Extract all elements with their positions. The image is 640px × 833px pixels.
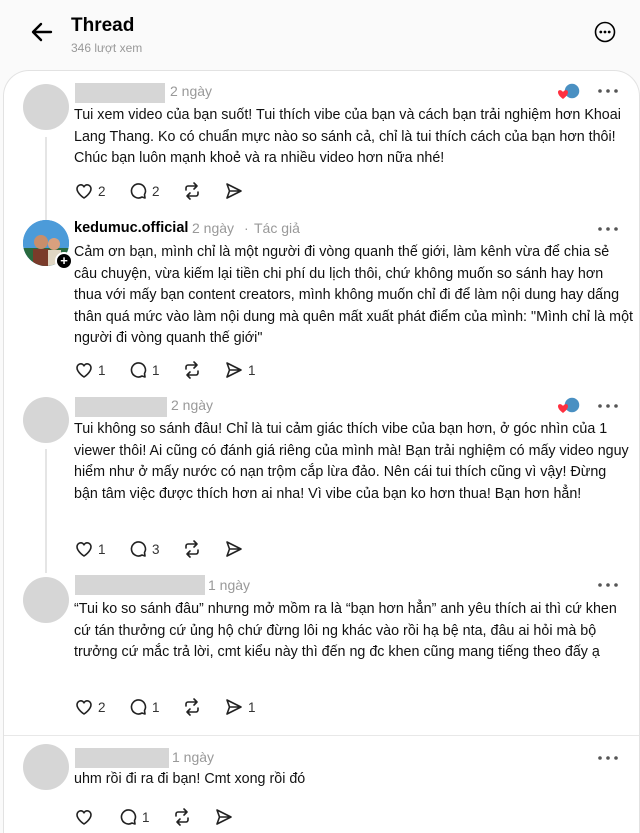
like-button[interactable]: 2 (74, 179, 106, 203)
share-icon (226, 541, 242, 557)
heart-icon (76, 700, 92, 715)
reply-count: 2 (152, 183, 160, 199)
repost-button[interactable] (182, 179, 202, 203)
share-icon (226, 183, 242, 199)
redacted-username (75, 748, 169, 768)
post-more-icon[interactable] (594, 398, 622, 414)
author-avatar[interactable]: + (23, 220, 73, 270)
post-time: 1 ngày (172, 749, 215, 765)
like-button[interactable]: 1 (74, 537, 106, 561)
list-item: + kedumuc.official 2 ngày Tác giả · Cảm … (4, 211, 639, 393)
liked-by-author-icon (557, 82, 581, 102)
list-item: 2 ngày Tui không so sánh đâu! Chỉ là tui… (4, 393, 639, 573)
redacted-username (75, 397, 167, 417)
comment-icon (130, 699, 147, 715)
reply-button[interactable]: 3 (128, 537, 160, 561)
share-button[interactable]: 1 (224, 695, 256, 719)
reply-button[interactable]: 2 (128, 179, 160, 203)
view-count: 346 lượt xem (71, 41, 143, 55)
share-button[interactable]: 1 (224, 358, 256, 382)
username[interactable]: kedumuc.official (74, 220, 188, 236)
reply-count: 1 (142, 809, 150, 825)
repost-button[interactable] (172, 805, 192, 829)
like-count: 2 (98, 183, 106, 199)
list-item: 2 ngày Tui xem video của bạn suốt! Tui t… (4, 71, 639, 225)
post-more-icon[interactable] (594, 577, 622, 593)
repost-icon (185, 540, 199, 558)
reply-button[interactable]: 1 (128, 358, 160, 382)
reply-count: 1 (152, 362, 160, 378)
share-icon (226, 699, 242, 715)
like-button[interactable]: 1 (74, 358, 106, 382)
share-icon (216, 809, 232, 825)
post-more-icon[interactable] (594, 750, 622, 766)
like-button[interactable] (74, 805, 98, 829)
reply-button[interactable]: 1 (128, 695, 160, 719)
share-icon (226, 362, 242, 378)
thread-header: Thread 346 lượt xem (0, 0, 640, 70)
repost-button[interactable] (182, 358, 202, 382)
heart-icon (76, 542, 92, 557)
post-text: “Tui ko so sánh đâu” nhưng mở mồm ra là … (74, 601, 617, 660)
share-count: 1 (248, 362, 256, 378)
share-button[interactable] (214, 805, 234, 829)
avatar[interactable] (23, 744, 69, 790)
thread-card: 2 ngày Tui xem video của bạn suốt! Tui t… (3, 70, 640, 833)
post-time: 1 ngày (208, 577, 251, 593)
liked-by-author-icon (557, 396, 581, 416)
post-time: 2 ngày (192, 220, 235, 236)
repost-icon (185, 698, 199, 716)
share-count: 1 (248, 699, 256, 715)
reply-button[interactable]: 1 (118, 805, 150, 829)
like-count: 1 (98, 362, 106, 378)
post-text: uhm rồi đi ra đi bạn! Cmt xong rồi đó (74, 771, 306, 787)
comment-icon (120, 809, 137, 825)
heart-icon (76, 810, 92, 825)
more-options-icon[interactable] (594, 21, 616, 43)
thread-line (45, 449, 47, 573)
post-more-icon[interactable] (594, 83, 622, 99)
post-text: Tui không so sánh đâu! Chỉ là tui cảm gi… (74, 421, 629, 502)
heart-icon (76, 184, 92, 199)
like-count: 2 (98, 699, 106, 715)
follow-plus-icon[interactable]: + (55, 252, 73, 270)
repost-button[interactable] (182, 695, 202, 719)
back-arrow-icon[interactable] (28, 18, 56, 46)
list-item: 1 ngày “Tui ko so sánh đâu” nhưng mở mồm… (4, 573, 639, 725)
comment-icon (130, 362, 147, 378)
post-time: 2 ngày (170, 83, 213, 99)
page-title: Thread (71, 15, 135, 36)
avatar[interactable] (23, 577, 69, 623)
repost-icon (185, 182, 199, 200)
separator-dot: · (244, 220, 249, 236)
divider (4, 735, 639, 736)
like-count: 1 (98, 541, 106, 557)
redacted-username (75, 83, 165, 103)
comment-icon (130, 541, 147, 557)
post-text: Cảm ơn bạn, mình chỉ là một người đi vòn… (74, 244, 634, 346)
repost-icon (175, 808, 189, 826)
avatar[interactable] (23, 397, 69, 443)
list-item: 1 ngày uhm rồi đi ra đi bạn! Cmt xong rồ… (4, 741, 639, 833)
post-more-icon[interactable] (594, 221, 622, 237)
post-text: Tui xem video của bạn suốt! Tui thích vi… (74, 107, 621, 166)
share-button[interactable] (224, 179, 244, 203)
comment-icon (130, 183, 147, 199)
reply-count: 1 (152, 699, 160, 715)
redacted-username (75, 575, 205, 595)
repost-icon (185, 361, 199, 379)
share-button[interactable] (224, 537, 244, 561)
repost-button[interactable] (182, 537, 202, 561)
like-button[interactable]: 2 (74, 695, 106, 719)
reply-count: 3 (152, 541, 160, 557)
heart-icon (76, 363, 92, 378)
avatar[interactable] (23, 84, 69, 130)
post-time: 2 ngày (171, 397, 214, 413)
author-badge: Tác giả (254, 220, 300, 236)
